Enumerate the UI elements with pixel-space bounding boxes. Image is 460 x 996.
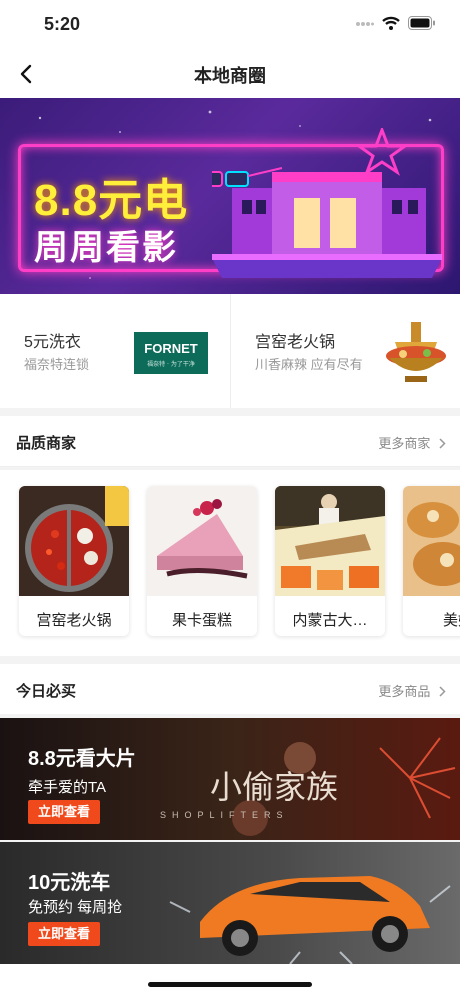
more-products-link[interactable]: 更多商品 bbox=[378, 681, 446, 700]
status-time: 5:20 bbox=[44, 14, 81, 34]
deal-subtitle: 牵手爱的TA bbox=[28, 779, 107, 796]
deal-car-wash[interactable]: 10元洗车 免预约 每周抢 立即查看 bbox=[0, 842, 460, 964]
cake-photo bbox=[147, 486, 257, 596]
divider bbox=[0, 466, 460, 467]
navigation-bar: 本地商圈 bbox=[0, 50, 460, 98]
promo-subtitle: 福奈特连锁 bbox=[24, 357, 90, 372]
banner-line-1: 8.8元电 bbox=[34, 176, 189, 225]
merchant-name: 果卡蛋糕 bbox=[171, 612, 232, 629]
page-title: 本地商圈 bbox=[194, 66, 266, 86]
wifi-icon bbox=[382, 16, 400, 35]
svg-text:FORNET: FORNET bbox=[144, 341, 198, 356]
quality-merchants-header: 品质商家 更多商家 bbox=[0, 416, 460, 466]
deal-subtitle: 免预约 每周抢 bbox=[28, 899, 123, 916]
cinema-building-illustration bbox=[212, 128, 442, 278]
more-merchants-link[interactable]: 更多商家 bbox=[378, 433, 446, 452]
promo-title: 5元洗衣 bbox=[24, 334, 81, 351]
today-must-buy-header: 今日必买 更多商品 bbox=[0, 664, 460, 714]
deal-movie[interactable]: 小偷家族 SHOPLIFTERS 8.8元看大片 牵手爱的TA 立即查看 bbox=[0, 718, 460, 840]
poster-title: 小偷家族 bbox=[210, 768, 338, 806]
poster-subtitle: SHOPLIFTERS bbox=[160, 810, 289, 820]
merchant-carousel[interactable]: 宫窑老火锅 果卡蛋糕 内蒙古大… 美 bbox=[0, 470, 460, 656]
view-now-button[interactable]: 立即查看 bbox=[28, 922, 100, 946]
more-label: 更多商品 bbox=[378, 684, 431, 699]
status-icons bbox=[356, 16, 436, 35]
hotpot-photo bbox=[19, 486, 129, 596]
promo-hotpot[interactable]: 宫窑老火锅 川香麻辣 应有尽有 bbox=[230, 294, 460, 408]
banner-line-2: 周周看影 bbox=[34, 229, 178, 267]
signal-icon bbox=[356, 17, 374, 35]
buffet-photo bbox=[275, 486, 385, 596]
status-bar: 5:20 bbox=[0, 0, 460, 50]
merchant-name: 宫窑老火锅 bbox=[36, 612, 112, 629]
chevron-right-icon bbox=[439, 438, 446, 449]
promo-subtitle: 川香麻辣 应有尽有 bbox=[255, 357, 363, 372]
svg-text:福奈特 · 为了干净: 福奈特 · 为了干净 bbox=[147, 360, 195, 368]
bottom-safe-area bbox=[0, 964, 460, 996]
promo-title: 宫窑老火锅 bbox=[255, 334, 336, 351]
merchant-card[interactable]: 美妍 bbox=[403, 486, 460, 636]
movie-promo-banner[interactable]: 8.8元电 周周看影 bbox=[0, 98, 460, 294]
bakery-photo bbox=[403, 486, 460, 596]
section-title: 品质商家 bbox=[16, 435, 77, 452]
merchant-card[interactable]: 内蒙古大… bbox=[275, 486, 385, 636]
deal-title: 10元洗车 bbox=[28, 872, 111, 894]
section-title: 今日必买 bbox=[16, 683, 77, 700]
home-indicator bbox=[148, 982, 312, 987]
merchant-name: 内蒙古大… bbox=[292, 612, 368, 629]
promo-strip: 5元洗衣 福奈特连锁 宫窑老火锅 川香麻辣 应有尽有 bbox=[0, 294, 460, 408]
view-now-button[interactable]: 立即查看 bbox=[28, 800, 100, 824]
merchant-card[interactable]: 果卡蛋糕 bbox=[147, 486, 257, 636]
deal-title: 8.8元看大片 bbox=[28, 748, 136, 770]
hotpot-image bbox=[386, 322, 446, 382]
fornet-logo: FORNET 福奈特 · 为了干净 bbox=[134, 332, 208, 374]
merchant-name: 美妍 bbox=[442, 612, 460, 629]
more-label: 更多商家 bbox=[378, 436, 431, 451]
merchant-card[interactable]: 宫窑老火锅 bbox=[19, 486, 129, 636]
battery-icon bbox=[408, 16, 436, 35]
chevron-right-icon bbox=[439, 686, 446, 697]
